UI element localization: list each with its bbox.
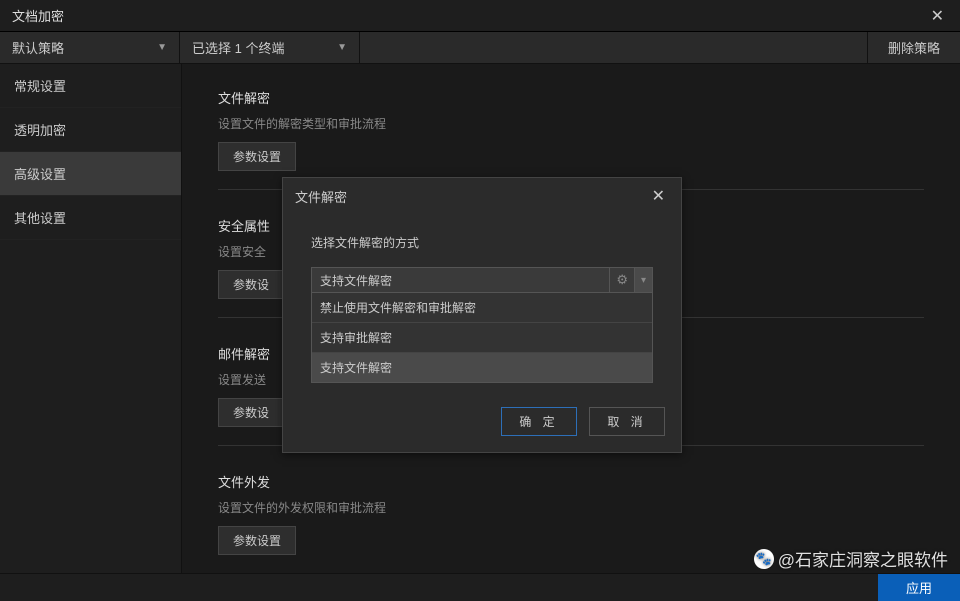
delete-policy-button[interactable]: 删除策略 [867,32,960,63]
chevron-down-icon[interactable]: ▾ [634,268,652,292]
policy-dropdown[interactable]: 默认策略 ▼ [0,32,180,63]
section-title: 文件外发 [218,472,924,491]
modal-titlebar: 文件解密 ✕ [283,178,681,214]
bottombar: 应用 [0,573,960,601]
section-desc: 设置文件的解密类型和审批流程 [218,115,924,132]
option-item[interactable]: 禁止使用文件解密和审批解密 [312,293,652,323]
endpoint-label: 已选择 1 个终端 [192,38,284,57]
titlebar: 文档加密 ✕ [0,0,960,32]
baidu-paw-icon: 🐾 [754,549,774,569]
endpoint-dropdown[interactable]: 已选择 1 个终端 ▼ [180,32,360,63]
ok-button[interactable]: 确 定 [501,407,577,436]
decrypt-mode-select[interactable]: 支持文件解密 ⚙ ▾ [311,267,653,293]
close-icon[interactable]: ✕ [927,6,948,26]
app-title: 文档加密 [12,6,927,25]
section-file-decrypt: 文件解密 设置文件的解密类型和审批流程 参数设置 [218,88,924,190]
sidebar-item-other[interactable]: 其他设置 [0,196,181,240]
section-desc: 设置文件的外发权限和审批流程 [218,499,924,516]
cancel-button[interactable]: 取 消 [589,407,665,436]
chevron-down-icon: ▼ [157,42,167,53]
section-title: 文件解密 [218,88,924,107]
sidebar-item-general[interactable]: 常规设置 [0,64,181,108]
select-value: 支持文件解密 [312,272,609,289]
modal-close-icon[interactable]: ✕ [648,186,669,206]
param-button[interactable]: 参数设置 [218,142,296,171]
param-button[interactable]: 参数设置 [218,526,296,555]
chevron-down-icon: ▼ [337,42,347,53]
sidebar-item-advanced[interactable]: 高级设置 [0,152,181,196]
option-item[interactable]: 支持文件解密 [312,353,652,382]
param-button[interactable]: 参数设 [218,398,284,427]
modal-title-text: 文件解密 [295,187,347,206]
toolbar: 默认策略 ▼ 已选择 1 个终端 ▼ 删除策略 [0,32,960,64]
watermark: 🐾 @石家庄洞察之眼软件 [754,546,948,571]
policy-label: 默认策略 [12,38,64,57]
select-options: 禁止使用文件解密和审批解密 支持审批解密 支持文件解密 [311,293,653,383]
apply-button[interactable]: 应用 [878,574,960,601]
sidebar: 常规设置 透明加密 高级设置 其他设置 [0,64,182,573]
modal-label: 选择文件解密的方式 [311,234,653,251]
sidebar-item-transparent[interactable]: 透明加密 [0,108,181,152]
param-button[interactable]: 参数设 [218,270,284,299]
option-item[interactable]: 支持审批解密 [312,323,652,353]
modal-file-decrypt: 文件解密 ✕ 选择文件解密的方式 支持文件解密 ⚙ ▾ 禁止使用文件解密和审批解… [282,177,682,453]
gear-icon[interactable]: ⚙ [609,268,634,292]
